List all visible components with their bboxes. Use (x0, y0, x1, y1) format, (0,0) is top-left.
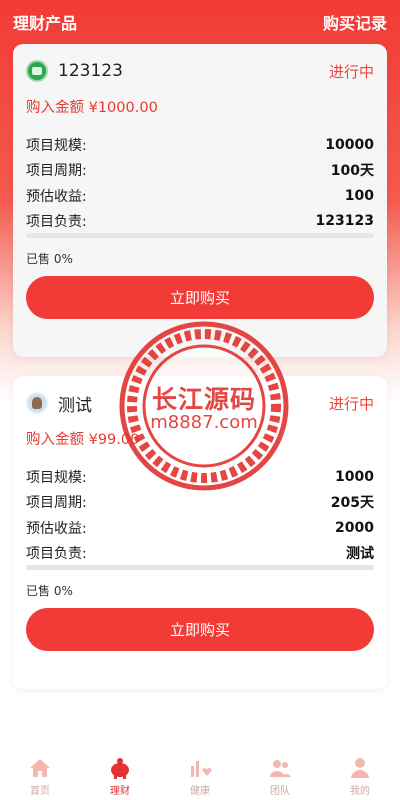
detail-label: 项目负责: (26, 546, 87, 563)
buy-now-button[interactable]: 立即购买 (26, 608, 374, 651)
detail-label: 项目周期: (26, 163, 87, 180)
detail-row-owner: 项目负责: 测试 (26, 541, 374, 567)
purchase-records-link[interactable]: 购买记录 (323, 10, 387, 34)
tab-finance[interactable]: 理财 (80, 750, 160, 800)
detail-value: 2000 (335, 519, 374, 536)
product-card: 123123 进行中 购入金额 ¥1000.00 项目规模: 10000 项目周… (13, 44, 387, 357)
detail-row-scale: 项目规模: 10000 (26, 132, 374, 158)
product-card-header: 测试 进行中 (26, 388, 374, 418)
product-details: 项目规模: 10000 项目周期: 100天 预估收益: 100 项目负责: 1… (26, 132, 374, 234)
detail-label: 项目规模: (26, 469, 87, 486)
product-avatar-icon (26, 392, 48, 414)
detail-label: 项目周期: (26, 495, 87, 512)
sales-progress-bar (26, 233, 374, 238)
detail-value: 10000 (325, 136, 374, 153)
user-icon (351, 758, 369, 778)
health-chart-icon (191, 761, 212, 777)
bottom-tab-bar: 首页 理财 健康 团队 我的 (0, 750, 400, 800)
detail-value: 100 (344, 187, 374, 204)
piggy-bank-icon (111, 758, 129, 779)
tab-health[interactable]: 健康 (160, 750, 240, 800)
detail-row-income: 预估收益: 2000 (26, 515, 374, 541)
tab-label: 团队 (270, 786, 290, 797)
sold-percentage: 已售 0% (26, 584, 73, 598)
page-title: 理财产品 (13, 14, 78, 33)
detail-value: 1000 (335, 468, 374, 485)
product-avatar-icon (26, 60, 48, 82)
tab-label: 我的 (350, 786, 370, 797)
product-card-header: 123123 进行中 (26, 56, 374, 86)
team-icon (270, 760, 291, 777)
detail-row-income: 预估收益: 100 (26, 183, 374, 209)
detail-row-period: 项目周期: 100天 (26, 158, 374, 184)
home-icon (30, 759, 50, 777)
product-details: 项目规模: 1000 项目周期: 205天 预估收益: 2000 项目负责: 测… (26, 464, 374, 566)
tab-team[interactable]: 团队 (240, 750, 320, 800)
status-badge: 进行中 (328, 62, 374, 81)
purchase-amount: 购入金额 ¥1000.00 (26, 100, 158, 116)
sold-percentage: 已售 0% (26, 252, 73, 266)
detail-label: 预估收益: (26, 520, 87, 537)
detail-row-owner: 项目负责: 123123 (26, 209, 374, 235)
status-badge: 进行中 (328, 394, 374, 413)
detail-row-period: 项目周期: 205天 (26, 490, 374, 516)
tab-label: 首页 (30, 786, 50, 797)
detail-label: 预估收益: (26, 188, 87, 205)
sales-progress-bar (26, 565, 374, 570)
detail-value: 123123 (315, 213, 374, 230)
detail-value: 100天 (330, 163, 374, 180)
detail-value: 205天 (330, 495, 374, 512)
detail-label: 项目规模: (26, 137, 87, 154)
tab-label: 健康 (190, 786, 210, 797)
detail-value: 测试 (346, 546, 374, 563)
tab-home[interactable]: 首页 (0, 750, 80, 800)
detail-row-scale: 项目规模: 1000 (26, 464, 374, 490)
product-name: 123123 (58, 61, 123, 81)
tab-label: 理财 (110, 786, 130, 797)
purchase-amount: 购入金额 ¥99.00 (26, 432, 140, 448)
product-name: 测试 (58, 395, 92, 416)
product-card: 测试 进行中 购入金额 ¥99.00 项目规模: 1000 项目周期: 205天… (13, 376, 387, 689)
detail-label: 项目负责: (26, 214, 87, 231)
buy-now-button[interactable]: 立即购买 (26, 276, 374, 319)
header-bar: 理财产品 购买记录 (0, 0, 400, 44)
tab-mine[interactable]: 我的 (320, 750, 400, 800)
